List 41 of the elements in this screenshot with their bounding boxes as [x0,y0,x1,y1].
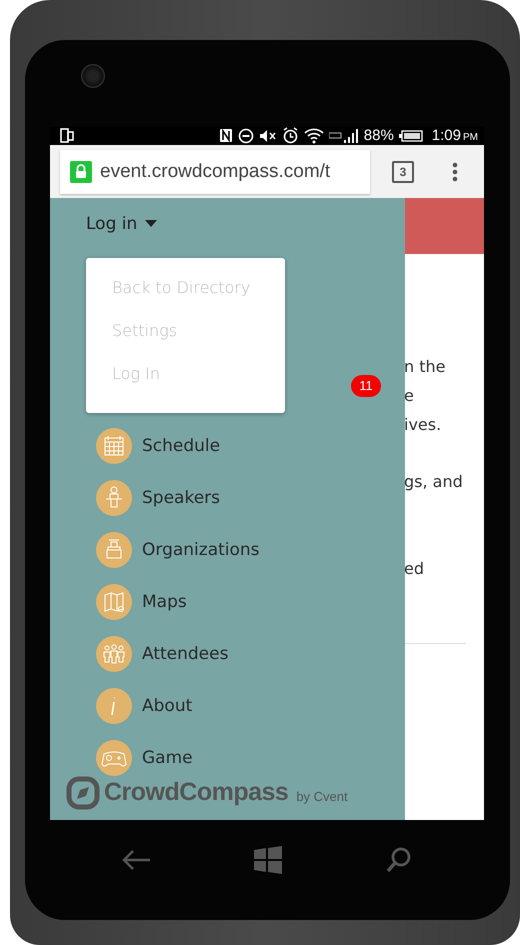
nav-item[interactable]: Maps [96,584,187,620]
address-bar[interactable]: event.crowdcompass.com/t [60,150,370,194]
search-icon[interactable] [384,846,413,874]
do-not-disturb-icon [238,128,254,144]
page-text: ed [405,558,425,580]
page-text: gs, and [405,470,464,493]
alarm-icon [282,127,299,144]
battery-icon [398,130,423,142]
page-text: n the [405,356,446,378]
gamepad-icon [96,740,132,776]
tab-count-button[interactable]: 3 [392,160,414,183]
nav-item[interactable]: Game [96,740,193,776]
login-dropdown[interactable]: Log in [86,214,158,234]
windows-icon[interactable] [254,846,282,874]
info-icon [96,688,132,724]
nav-item[interactable]: Speakers [96,480,220,516]
page-text: ives. [405,414,442,436]
signal-icon [328,128,359,143]
battery-percentage: 88% [364,127,394,144]
map-icon [96,584,132,620]
brand-logo: CrowdCompass by Cvent [66,776,348,810]
notification-badge: 11 [351,374,381,397]
back-icon[interactable] [121,848,152,871]
page-text: e [405,384,415,407]
clock-period: PM [463,132,478,143]
menu-icon[interactable] [452,162,458,182]
nav-item[interactable]: Schedule [96,428,220,464]
phone-icon [60,128,74,144]
nav-item[interactable]: Organizations [96,532,260,568]
mute-icon [258,128,277,143]
people-icon [96,636,132,672]
wifi-icon [304,127,324,144]
calendar-icon [96,428,132,464]
booth-icon [96,532,132,568]
clock-time: 1:09 [432,127,461,144]
camera-icon [81,64,105,88]
compass-icon [66,776,100,810]
nav-item[interactable]: About [96,688,192,724]
lock-icon [70,160,92,183]
speaker-podium-icon [96,480,132,516]
nav-item[interactable]: Attendees [96,636,228,672]
